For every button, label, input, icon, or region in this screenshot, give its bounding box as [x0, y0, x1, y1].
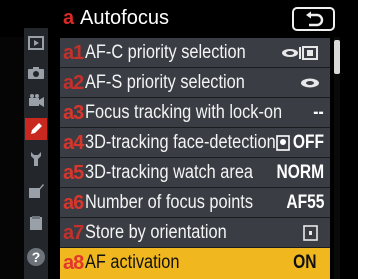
item-value: NORM	[276, 162, 324, 183]
scrollbar-thumb[interactable]	[334, 40, 340, 74]
item-value: OFF	[292, 132, 324, 153]
menu-header: a Autofocus	[0, 0, 358, 37]
retouch-menu-icon[interactable]	[25, 180, 47, 202]
focus-icon	[301, 78, 319, 88]
playback-menu-icon[interactable]	[25, 32, 47, 54]
menu-item-a7[interactable]: a7 Store by orientation	[60, 218, 330, 248]
item-label: Store by orientation	[85, 222, 227, 243]
face-detection-off-icon	[276, 135, 290, 151]
menu-item-a1[interactable]: a1 AF-C priority selection	[60, 38, 330, 68]
item-value: ON	[292, 252, 316, 273]
return-icon	[306, 11, 324, 27]
item-code: a8	[63, 252, 84, 274]
menu-item-a6[interactable]: a6 Number of focus points AF55	[60, 188, 330, 218]
item-label: Number of focus points	[85, 192, 254, 213]
shooting-menu-icon[interactable]	[25, 62, 47, 84]
focus-point-orientation-icon	[303, 225, 318, 241]
item-code: a6	[63, 192, 84, 214]
setup-wrench-icon[interactable]	[25, 148, 47, 170]
item-label: 3D-tracking watch area	[85, 162, 254, 183]
svg-text:?: ?	[32, 249, 41, 265]
menu-item-a5[interactable]: a5 3D-tracking watch area NORM	[60, 158, 330, 188]
help-icon[interactable]: ?	[25, 246, 47, 268]
item-label: Focus tracking with lock-on	[85, 102, 283, 123]
menu-item-a8[interactable]: a8 AF activation ON	[60, 248, 330, 279]
custom-settings-pencil-icon[interactable]	[25, 118, 47, 140]
menu-item-a2[interactable]: a2 AF-S priority selection	[60, 68, 330, 98]
item-code: a5	[63, 162, 84, 184]
item-value: AF55	[285, 192, 324, 213]
section-letter: a	[63, 7, 75, 29]
item-label: AF activation	[85, 252, 180, 273]
left-edge	[0, 0, 24, 279]
menu-tab-sidebar: ?	[24, 28, 48, 279]
camera-menu-screen: a Autofocus ? a1 AF-C priority selection…	[0, 0, 358, 279]
item-code: a3	[63, 102, 84, 124]
page-title: Autofocus	[80, 7, 169, 29]
item-code: a1	[63, 42, 84, 64]
back-button[interactable]	[292, 7, 335, 31]
movie-menu-icon[interactable]	[25, 90, 47, 112]
item-code: a2	[63, 72, 84, 94]
my-menu-icon[interactable]	[25, 212, 47, 234]
menu-item-a3[interactable]: a3 Focus tracking with lock-on --	[60, 98, 330, 128]
item-code: a4	[63, 132, 84, 154]
item-code: a7	[63, 222, 84, 244]
release-focus-icon	[282, 46, 318, 60]
menu-item-a4[interactable]: a4 3D-tracking face-detection OFF	[60, 128, 330, 158]
item-label: AF-C priority selection	[85, 42, 246, 63]
item-label: 3D-tracking face-detection	[85, 132, 276, 153]
item-value: --	[313, 102, 324, 123]
item-label: AF-S priority selection	[85, 72, 245, 93]
